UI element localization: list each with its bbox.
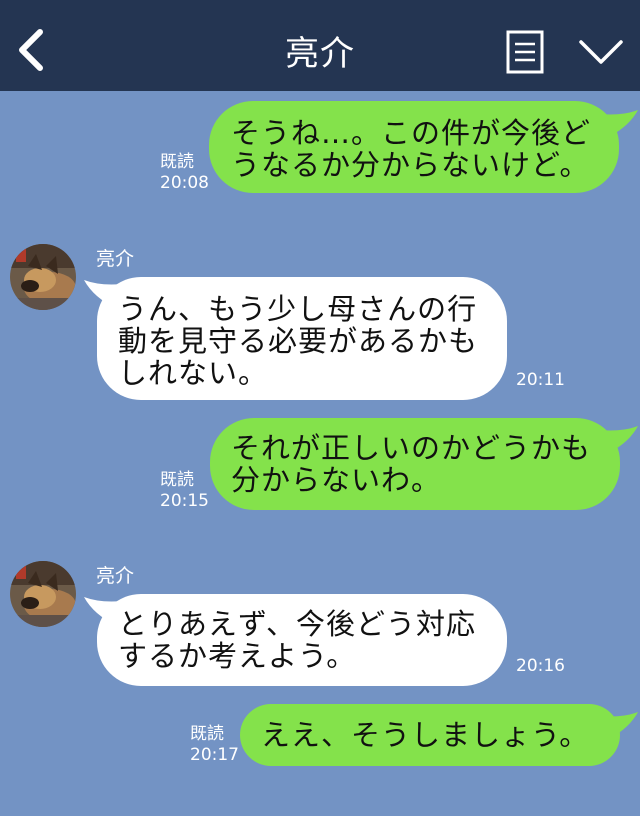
message-line: するか考えよう。	[118, 639, 357, 673]
sender-name: 亮介	[96, 565, 135, 587]
message-line: しれない。	[118, 356, 269, 390]
message-time: 20:17	[190, 745, 239, 765]
message-line: うなるか分からないけど。	[231, 148, 590, 182]
avatar[interactable]	[10, 244, 76, 310]
message-bubble[interactable]: そうね…。この件が今後ど うなるか分からないけど。	[209, 101, 619, 193]
read-label: 既読	[160, 470, 194, 490]
notes-icon[interactable]	[506, 30, 544, 74]
message-time: 20:15	[160, 491, 209, 511]
dog-photo-icon	[10, 244, 76, 310]
read-label: 既読	[160, 152, 194, 172]
message-time: 20:16	[516, 656, 565, 676]
message-line: とりあえず、今後どう対応	[118, 607, 476, 641]
chat-title: 亮介	[285, 34, 355, 74]
message-bubble[interactable]: ええ、そうしましょう。	[240, 704, 620, 766]
message-line: 動を見守る必要があるかも	[118, 324, 479, 358]
message-bubble[interactable]: とりあえず、今後どう対応 するか考えよう。	[97, 594, 507, 686]
read-label: 既読	[190, 724, 224, 744]
chevron-down-icon[interactable]	[578, 38, 624, 66]
message-line: 分からないわ。	[231, 463, 442, 497]
message-line: うん、もう少し母さんの行	[118, 292, 478, 326]
message-line: ええ、そうしましょう。	[261, 718, 590, 752]
message-bubble[interactable]: それが正しいのかどうかも 分からないわ。	[210, 418, 620, 510]
message-line: それが正しいのかどうかも	[231, 431, 592, 465]
avatar[interactable]	[10, 561, 76, 627]
sender-name: 亮介	[96, 248, 135, 270]
message-bubble[interactable]: うん、もう少し母さんの行 動を見守る必要があるかも しれない。	[97, 277, 507, 400]
message-line: そうね…。この件が今後ど	[231, 116, 592, 150]
chat-header: 亮介	[0, 0, 640, 91]
dog-photo-icon	[10, 561, 76, 627]
message-time: 20:11	[516, 370, 565, 390]
message-time: 20:08	[160, 173, 209, 193]
message-meta: 既読 20:15	[160, 470, 209, 512]
message-meta: 既読 20:08	[160, 152, 209, 194]
message-meta: 既読 20:17	[190, 724, 239, 766]
